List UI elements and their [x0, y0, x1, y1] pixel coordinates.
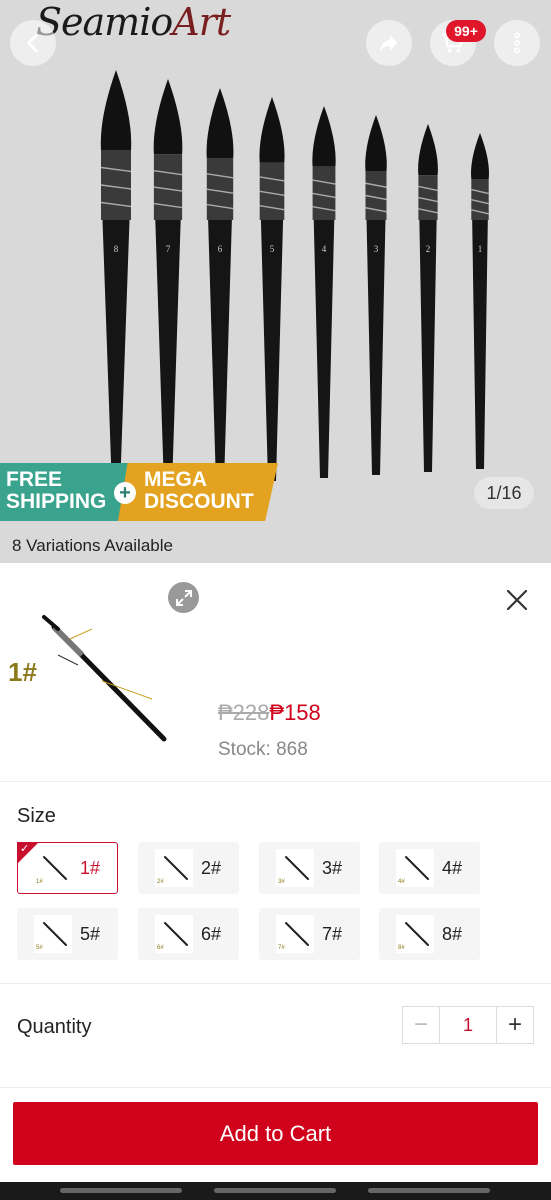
price-row: ₱228₱158	[218, 700, 321, 726]
size-option[interactable]: 8# 8#	[379, 908, 480, 960]
expand-icon[interactable]	[168, 582, 199, 613]
brush-handle	[313, 220, 335, 478]
brush-number-label: 6	[218, 244, 223, 254]
size-title: Size	[17, 805, 56, 827]
size-option[interactable]: 2# 2#	[138, 842, 239, 894]
divider	[0, 781, 551, 782]
brush-handle	[102, 220, 130, 490]
brush-number-label: 8	[114, 244, 119, 254]
original-price: ₱228	[218, 700, 270, 725]
size-option-image-label: 3#	[278, 879, 285, 885]
back-arrow-icon	[27, 34, 38, 52]
size-option-image: 1#	[34, 849, 72, 887]
size-option-image: 3#	[276, 849, 314, 887]
size-option-image: 6#	[155, 915, 193, 953]
variant-image-label: 1#	[8, 657, 37, 687]
brush-number-label: 7	[166, 244, 171, 254]
brush-handle	[419, 220, 437, 472]
nav-home-button[interactable]	[214, 1188, 336, 1193]
nav-recent-button[interactable]	[60, 1188, 182, 1193]
brush-tip	[206, 88, 234, 159]
brush-handle	[472, 220, 488, 469]
share-icon	[380, 35, 398, 52]
size-option[interactable]: 4# 4#	[379, 842, 480, 894]
image-counter: 1/16	[474, 477, 534, 509]
brand-logo: SeamioArt	[36, 0, 231, 44]
nav-back-button[interactable]	[368, 1188, 490, 1193]
size-option-image: 8#	[396, 915, 434, 953]
back-button[interactable]	[10, 20, 56, 66]
product-gallery[interactable]: 8 7 6 5 4 3 2 1 SeamioArt 99+ FREE SHIPPING MEG…	[0, 0, 551, 563]
divider	[0, 1087, 551, 1088]
size-option-label: 1#	[80, 857, 101, 878]
size-option[interactable]: 5# 5#	[17, 908, 118, 960]
size-option-label: 3#	[322, 857, 343, 878]
quantity-title: Quantity	[17, 1016, 92, 1038]
brush-set-image: 8 7 6 5 4 3 2 1	[100, 70, 490, 490]
decrease-button[interactable]: −	[403, 1007, 439, 1043]
plus-icon: +	[114, 482, 136, 504]
more-vertical-icon	[513, 32, 521, 54]
free-shipping-label: FREE SHIPPING	[0, 463, 130, 521]
brush-tip	[259, 97, 285, 163]
size-option-image-label: 5#	[36, 945, 43, 951]
size-option[interactable]: 3# 3#	[259, 842, 360, 894]
stock-count: Stock: 868	[218, 739, 308, 760]
brush-number-label: 3	[374, 244, 379, 254]
close-icon[interactable]	[500, 583, 534, 617]
size-option-label: 2#	[201, 857, 222, 878]
brush-handle	[155, 220, 181, 487]
size-option[interactable]: 7# 7#	[259, 908, 360, 960]
add-to-cart-button[interactable]: Add to Cart	[13, 1102, 538, 1165]
increase-button[interactable]: +	[497, 1007, 533, 1043]
selected-variant-image[interactable]	[22, 599, 182, 749]
brush-tip	[365, 115, 387, 171]
system-nav-bar	[0, 1182, 551, 1200]
promo-banner: FREE SHIPPING MEGA DISCOUNT +	[0, 463, 278, 521]
size-option-label: 7#	[322, 923, 343, 944]
brush-handle	[366, 220, 386, 475]
divider	[0, 983, 551, 984]
size-option-image-label: 4#	[398, 879, 405, 885]
size-option-label: 5#	[80, 923, 101, 944]
more-button[interactable]	[494, 20, 540, 66]
size-option-image-label: 6#	[157, 945, 164, 951]
size-option[interactable]: 6# 6#	[138, 908, 239, 960]
quantity-stepper: − 1 +	[402, 1006, 534, 1044]
brush-tip	[100, 70, 132, 150]
sale-price: ₱158	[269, 700, 321, 725]
size-option-image: 2#	[155, 849, 193, 887]
brush-tip	[312, 106, 336, 167]
size-option-label: 4#	[442, 857, 463, 878]
checkmark-icon: ✓	[20, 843, 30, 855]
size-option-image-label: 8#	[398, 945, 405, 951]
brush-number-label: 2	[426, 244, 431, 254]
quantity-input[interactable]: 1	[439, 1007, 497, 1043]
brush-number-label: 1	[478, 244, 483, 254]
size-option-image-label: 1#	[36, 879, 43, 885]
share-button[interactable]	[366, 20, 412, 66]
size-option-label: 8#	[442, 923, 463, 944]
size-option-label: 6#	[201, 923, 222, 944]
brush-tip	[418, 124, 438, 176]
size-option-image-label: 7#	[278, 945, 285, 951]
brush-handle	[208, 220, 232, 484]
size-option-image: 4#	[396, 849, 434, 887]
brush-number-label: 4	[322, 244, 327, 254]
brush-number-label: 5	[270, 244, 275, 254]
brush-handle	[260, 220, 284, 481]
size-option[interactable]: ✓ 1# 1#	[17, 842, 118, 894]
size-option-image: 7#	[276, 915, 314, 953]
brush-tip	[153, 79, 183, 155]
cart-count-badge: 99+	[446, 20, 486, 42]
brush-tip	[470, 133, 490, 180]
variations-text: 8 Variations Available	[12, 536, 173, 555]
variation-sheet: 1# ₱228₱158 Stock: 868 Size ✓ 1# 1# 2# 2# 3# 3…	[0, 563, 551, 1200]
mega-discount-label: MEGA DISCOUNT	[118, 463, 278, 521]
size-option-image-label: 2#	[157, 879, 164, 885]
size-option-image: 5#	[34, 915, 72, 953]
